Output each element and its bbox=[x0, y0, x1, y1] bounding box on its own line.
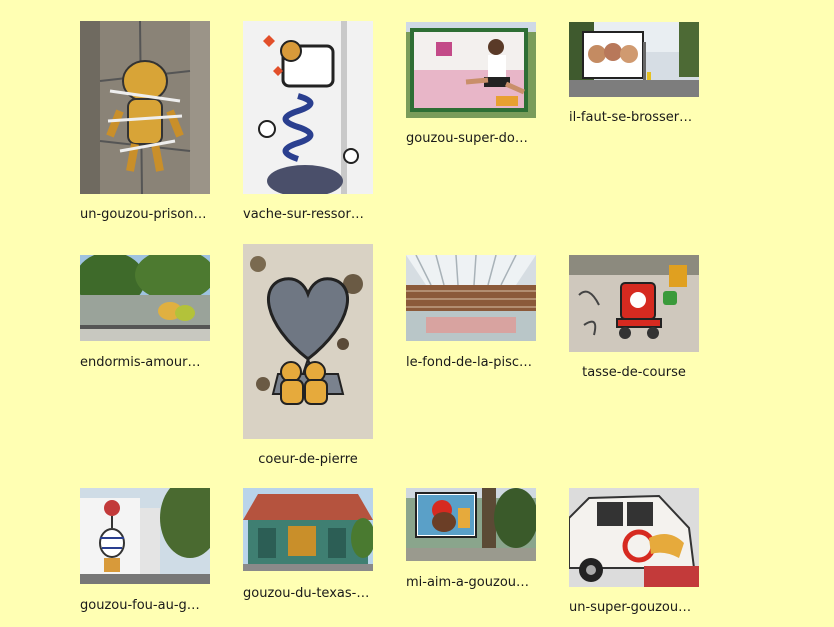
thumbnail-un-gouzou-prison[interactable] bbox=[80, 21, 210, 194]
caption[interactable]: gouzou-super-do… bbox=[406, 131, 528, 146]
thumbnail-gouzou-du-texas[interactable] bbox=[243, 488, 373, 571]
thumbnail-gouzou-fou-au-g[interactable] bbox=[80, 488, 210, 584]
caption[interactable]: il-faut-se-brosser… bbox=[569, 110, 692, 125]
thumbnail-endormis-amour[interactable] bbox=[80, 255, 210, 341]
thumbnail-le-fond-de-la-pisc[interactable] bbox=[406, 255, 536, 341]
thumbnail-vache-sur-ressort[interactable] bbox=[243, 21, 373, 194]
caption[interactable]: gouzou-fou-au-g… bbox=[80, 598, 200, 613]
thumbnail-gouzou-super-do[interactable] bbox=[406, 22, 536, 118]
thumbnail-un-super-gouzou[interactable] bbox=[569, 488, 699, 587]
caption[interactable]: un-gouzou-prison… bbox=[80, 207, 207, 222]
caption[interactable]: vache-sur-ressor… bbox=[243, 207, 364, 222]
caption[interactable]: endormis-amour… bbox=[80, 355, 200, 370]
caption[interactable]: tasse-de-course bbox=[569, 365, 699, 380]
caption[interactable]: gouzou-du-texas-… bbox=[243, 586, 369, 601]
caption[interactable]: mi-aim-a-gouzou… bbox=[406, 575, 529, 590]
thumbnail-il-faut-se-brosser[interactable] bbox=[569, 22, 699, 97]
thumbnail-mi-aim-a-gouzou[interactable] bbox=[406, 488, 536, 561]
thumbnail-tasse-de-course[interactable] bbox=[569, 255, 699, 352]
caption[interactable]: le-fond-de-la-pisc… bbox=[406, 355, 532, 370]
thumbnail-coeur-de-pierre[interactable] bbox=[243, 244, 373, 439]
caption[interactable]: coeur-de-pierre bbox=[243, 452, 373, 467]
gallery-page: { "gallery": { "items": [ {"caption": "u… bbox=[0, 0, 834, 627]
caption[interactable]: un-super-gouzou… bbox=[569, 600, 691, 615]
